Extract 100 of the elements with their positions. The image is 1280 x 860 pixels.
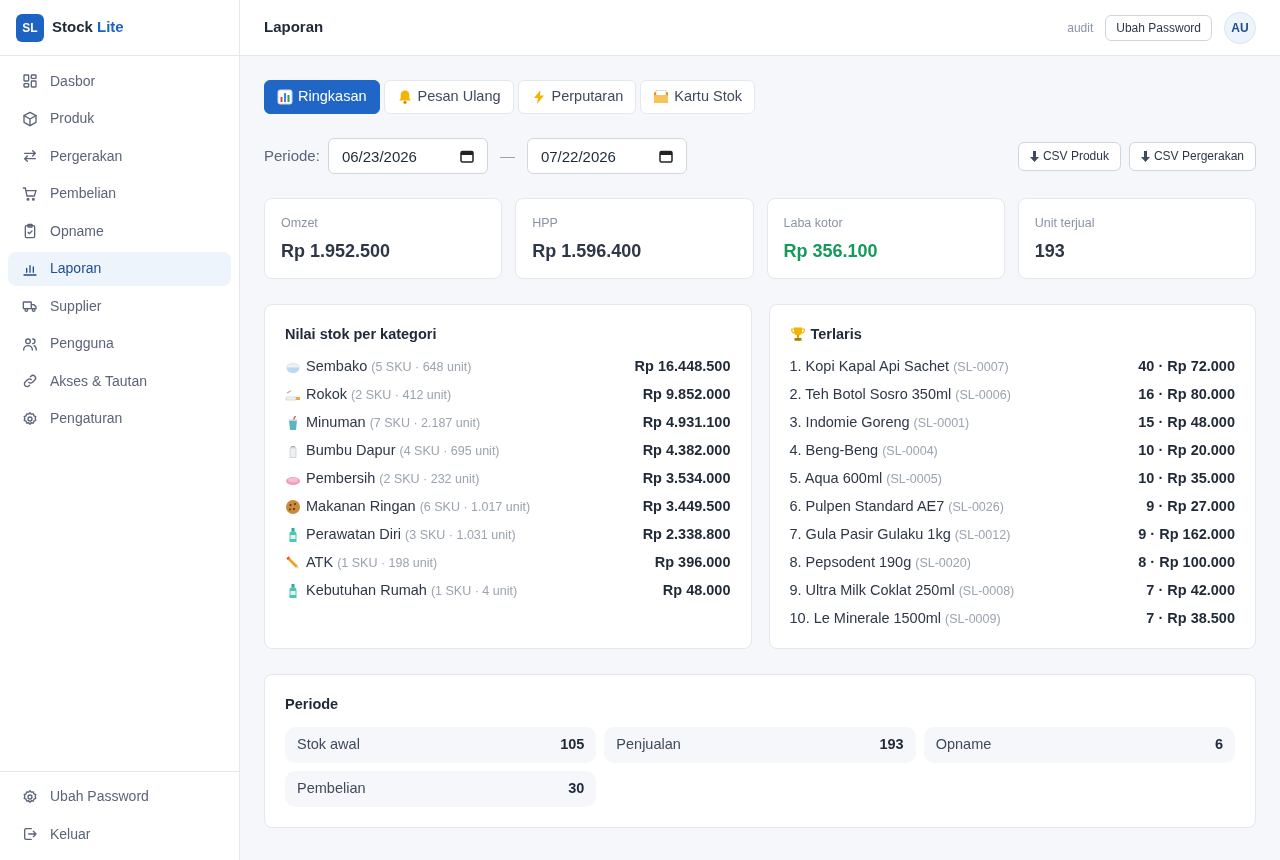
summary-label: Stok awal <box>297 735 360 755</box>
tab[interactable]: Pesan Ulang <box>383 80 514 114</box>
summary-label: Penjualan <box>616 735 681 755</box>
stat-value: Rp 1.952.500 <box>281 240 392 262</box>
product-code: (SL-0009) <box>945 610 1001 628</box>
stat-value: Rp 1.596.400 <box>532 240 643 262</box>
summary-value: 30 <box>568 779 585 799</box>
download-arrow-icon <box>1140 150 1150 162</box>
product-name: 6. Pulpen Standard AE7 <box>789 497 945 517</box>
calendar-icon <box>459 149 474 163</box>
summary-label: Opname <box>935 735 992 755</box>
category-meta: (1 SKU · 4 unit) <box>430 582 518 600</box>
layout-grid-icon <box>22 73 38 89</box>
product-code: (SL-0005) <box>886 470 942 488</box>
change-password-button[interactable]: Ubah Password <box>1105 14 1212 41</box>
category-value: Rp 4.931.100 <box>642 413 731 433</box>
category-meta: (1 SKU · 198 unit) <box>337 554 438 572</box>
product-code: (SL-0007) <box>953 358 1009 376</box>
category-meta: (7 SKU · 2.187 unit) <box>369 414 481 432</box>
category-value: Rp 4.382.000 <box>642 441 731 461</box>
date-field[interactable]: 06/23/2026 <box>327 138 488 174</box>
summary-value: 105 <box>560 735 585 755</box>
product-name: 1. Kopi Kapal Api Sachet <box>789 357 950 377</box>
category-value: Rp 16.448.500 <box>634 357 731 377</box>
sales-value: 8 · Rp 100.000 <box>1138 553 1235 573</box>
swap-arrows-icon <box>22 148 38 164</box>
summary-value: 6 <box>1214 735 1223 755</box>
panel-title: Terlaris <box>810 325 862 343</box>
sidebar-link[interactable]: Dasbor <box>8 64 231 98</box>
category-value: Rp 9.852.000 <box>642 385 731 405</box>
cigarette-icon <box>285 387 301 403</box>
trophy-icon <box>789 326 806 342</box>
cookie-icon <box>285 499 301 515</box>
product-name: 2. Teh Botol Sosro 350ml <box>789 385 952 405</box>
category-name: Pembersih <box>306 469 376 489</box>
sales-value: 7 · Rp 38.500 <box>1146 609 1235 629</box>
category-value: Rp 48.000 <box>662 581 731 601</box>
sidebar-link[interactable]: Supplier <box>8 289 231 323</box>
user-avatar[interactable]: AU <box>1224 11 1256 44</box>
tab[interactable]: Perputaran <box>517 80 637 114</box>
sales-value: 9 · Rp 162.000 <box>1138 525 1235 545</box>
stat-label: Unit terjual <box>1034 215 1096 231</box>
summary-value: 193 <box>879 735 904 755</box>
product-code: (SL-0012) <box>954 526 1011 544</box>
category-value: Rp 396.000 <box>654 553 731 573</box>
page-title: Laporan <box>264 17 324 38</box>
sidebar-link[interactable]: Pembelian <box>8 176 231 211</box>
card-index-icon <box>653 89 670 105</box>
product-name: 3. Indomie Goreng <box>789 413 910 433</box>
category-meta: (6 SKU · 1.017 unit) <box>419 498 531 516</box>
category-meta: (3 SKU · 1.031 unit) <box>405 526 516 544</box>
category-name: Perawatan Diri <box>306 525 402 545</box>
stat-label: Laba kotor <box>783 215 844 231</box>
category-value: Rp 3.534.000 <box>642 469 731 489</box>
cart-icon <box>22 185 38 202</box>
calendar-icon <box>658 149 673 163</box>
category-meta: (2 SKU · 232 unit) <box>379 470 480 488</box>
sidebar-link[interactable]: Akses & Tautan <box>8 364 231 398</box>
tab[interactable]: Ringkasan <box>264 80 380 114</box>
category-name: ATK <box>306 553 334 573</box>
sales-value: 16 · Rp 80.000 <box>1138 385 1235 405</box>
date-separator: — <box>499 145 515 166</box>
tab[interactable]: Kartu Stok <box>640 80 755 114</box>
sidebar-link[interactable]: Opname <box>8 214 231 248</box>
sales-value: 10 · Rp 35.000 <box>1138 469 1235 489</box>
logout-icon <box>22 826 38 842</box>
sales-value: 9 · Rp 27.000 <box>1146 497 1235 517</box>
sales-value: 15 · Rp 48.000 <box>1138 413 1235 433</box>
sidebar-link[interactable]: Pengaturan <box>8 401 231 436</box>
category-name: Bumbu Dapur <box>306 441 396 461</box>
product-name: 5. Aqua 600ml <box>789 469 883 489</box>
product-code: (SL-0004) <box>882 442 938 460</box>
category-meta: (4 SKU · 695 unit) <box>399 442 500 460</box>
product-code: (SL-0020) <box>915 554 971 572</box>
clipboard-check-icon <box>22 223 38 239</box>
sidebar-link[interactable]: Ubah Password <box>8 779 231 814</box>
bell-icon <box>396 89 413 105</box>
category-name: Sembako <box>306 357 368 377</box>
box-icon <box>22 110 38 127</box>
sidebar-link[interactable]: Keluar <box>8 817 231 851</box>
sales-value: 7 · Rp 42.000 <box>1146 581 1235 601</box>
category-value: Rp 3.449.500 <box>642 497 731 517</box>
sidebar-link[interactable]: Laporan <box>8 251 231 286</box>
username-text: audit <box>1067 19 1094 37</box>
sales-value: 10 · Rp 20.000 <box>1138 441 1235 461</box>
sidebar-link[interactable]: Pergerakan <box>8 139 231 173</box>
product-code: (SL-0001) <box>913 414 970 432</box>
export-button[interactable]: CSV Produk <box>1017 141 1121 171</box>
sidebar-link[interactable]: Pengguna <box>8 326 231 361</box>
product-name: 7. Gula Pasir Gulaku 1kg <box>789 525 951 545</box>
logo-badge: SL <box>16 13 44 42</box>
category-meta: (2 SKU · 412 unit) <box>351 386 452 404</box>
export-button[interactable]: CSV Pergerakan <box>1128 141 1256 171</box>
settings-icon <box>22 788 38 805</box>
stat-value: 193 <box>1034 240 1066 262</box>
product-name: 9. Ultra Milk Coklat 250ml <box>789 581 955 601</box>
date-field[interactable]: 07/22/2026 <box>526 138 687 174</box>
stat-value: Rp 356.100 <box>783 240 879 262</box>
pencil-icon <box>285 555 301 571</box>
sidebar-link[interactable]: Produk <box>8 101 231 136</box>
